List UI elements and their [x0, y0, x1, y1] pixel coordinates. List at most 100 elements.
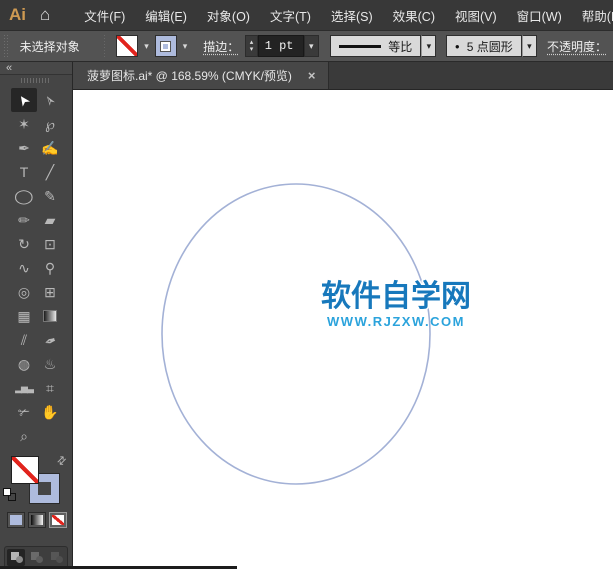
tools-panel-grip[interactable] [0, 75, 72, 86]
default-fill-stroke-icon[interactable] [3, 488, 17, 502]
rotate-tool-icon: ↻ [18, 236, 30, 253]
brush-definition-select[interactable]: ● 5 点圆形 [446, 35, 522, 57]
tool-magic-wand[interactable]: ✶ [11, 112, 37, 136]
profile-dropdown-chevron-icon[interactable]: ▾ [421, 35, 436, 57]
stroke-weight-dropdown-chevron-icon[interactable]: ▾ [304, 35, 319, 57]
hand-tool-icon: ✋ [41, 404, 58, 421]
color-button[interactable] [7, 512, 25, 528]
tools-panel-header: « [0, 62, 72, 75]
stroke-weight-stepper[interactable]: ▴ ▾ [245, 35, 257, 57]
document-tab-title: 菠萝图标.ai* @ 168.59% (CMYK/预览) [87, 67, 292, 84]
stroke-profile-preview [339, 45, 381, 48]
tool-pen[interactable]: ✒ [11, 136, 37, 160]
tool-type[interactable]: T [11, 160, 37, 184]
ellipse-shape[interactable] [73, 90, 613, 569]
pencil-tool-icon: ✏ [18, 212, 30, 229]
stroke-weight-label[interactable]: 描边： [203, 38, 239, 55]
home-icon[interactable]: ⌂ [36, 5, 62, 25]
tool-column-graph[interactable]: ▂▅▃ [11, 376, 37, 400]
menu-item-6[interactable]: 视图(V) [445, 0, 507, 32]
draw-behind-button[interactable] [27, 549, 45, 566]
direct-selection-tool-icon: ➢ [40, 91, 61, 110]
fill-color-dropdown-chevron-icon[interactable]: ▾ [140, 39, 153, 54]
tool-zoom[interactable]: ⌕ [11, 424, 37, 448]
stroke-weight-input[interactable]: 1 pt [258, 35, 304, 57]
pen-tool-icon: ✒ [18, 140, 30, 157]
gradient-button[interactable] [28, 512, 46, 528]
brush-dropdown-chevron-icon[interactable]: ▾ [522, 35, 537, 57]
control-bar-grip[interactable] [3, 35, 10, 57]
artboard-canvas[interactable]: 软件自学网 WWW.RJZXW.COM [73, 90, 613, 569]
tool-puppet-warp[interactable]: ⚲ [37, 256, 63, 280]
zoom-tool-icon: ⌕ [20, 428, 28, 445]
gradient-tool-icon [43, 310, 57, 322]
fill-color-swatch[interactable] [116, 35, 138, 57]
tool-width[interactable]: ∿ [11, 256, 37, 280]
illustrator-logo: Ai [0, 5, 36, 25]
slice-tool-icon: ✃ [18, 404, 30, 421]
eyedropper-tool-icon: ✒ [42, 330, 59, 350]
tool-hand[interactable]: ✋ [37, 400, 63, 424]
selection-tool-icon: ➤ [14, 91, 35, 110]
tool-ellipse[interactable]: ◯ [11, 184, 37, 208]
menu-item-5[interactable]: 效果(C) [383, 0, 445, 32]
tool-eyedropper[interactable]: ✒ [37, 328, 63, 352]
document-tab[interactable]: 菠萝图标.ai* @ 168.59% (CMYK/预览) × [73, 62, 329, 89]
tool-artboard[interactable]: ⌗ [37, 376, 63, 400]
stepper-down-icon[interactable]: ▾ [250, 46, 254, 53]
control-bar: 未选择对象 ▾ ▾ 描边： ▴ ▾ 1 pt ▾ 等比 ▾ ● 5 点圆形 ▾ … [0, 30, 613, 62]
menu-items: 文件(F)编辑(E)对象(O)文字(T)选择(S)效果(C)视图(V)窗口(W)… [74, 0, 613, 32]
stroke-color-swatch[interactable] [155, 35, 177, 57]
tool-lasso[interactable]: ℘ [37, 112, 63, 136]
draw-normal-button[interactable] [7, 549, 25, 566]
profile-label: 等比 [388, 38, 412, 55]
brush-preview-dot-icon: ● [455, 42, 460, 51]
collapse-panel-icon[interactable]: « [6, 62, 11, 74]
tool-rotate[interactable]: ↻ [11, 232, 37, 256]
opacity-label[interactable]: 不透明度： [547, 38, 607, 55]
draw-inside-button [47, 549, 65, 566]
close-tab-icon[interactable]: × [306, 68, 318, 83]
tool-scale[interactable]: ⊡ [37, 232, 63, 256]
menu-item-7[interactable]: 窗口(W) [507, 0, 572, 32]
tool-knife[interactable]: ⫽ [11, 328, 37, 352]
shape-builder-tool-icon: ◎ [18, 284, 30, 301]
tools-panel: « ➤➢✶℘✒✍T╱◯✎✏▰↻⊡∿⚲◎⊞▦⫽✒◍♨▂▅▃⌗✃✋⌕ ⇄ [0, 62, 73, 569]
tool-pencil[interactable]: ✏ [11, 208, 37, 232]
puppet-warp-tool-icon: ⚲ [45, 260, 55, 277]
tool-line-segment[interactable]: ╱ [37, 160, 63, 184]
menu-item-8[interactable]: 帮助(H) [572, 0, 613, 32]
tool-shape-builder[interactable]: ◎ [11, 280, 37, 304]
tool-direct-selection[interactable]: ➢ [37, 88, 63, 112]
tool-symbol-sprayer[interactable]: ♨ [37, 352, 63, 376]
document-tab-bar: 菠萝图标.ai* @ 168.59% (CMYK/预览) × [73, 62, 613, 90]
stroke-color-dropdown-chevron-icon[interactable]: ▾ [179, 39, 192, 54]
swap-fill-stroke-icon[interactable]: ⇄ [54, 453, 70, 469]
brush-label: 5 点圆形 [467, 38, 513, 55]
tool-eraser[interactable]: ▰ [37, 208, 63, 232]
menu-item-4[interactable]: 选择(S) [321, 0, 383, 32]
tool-slice[interactable]: ✃ [11, 400, 37, 424]
selection-status: 未选择对象 [20, 38, 80, 55]
tool-curvature[interactable]: ✍ [37, 136, 63, 160]
tool-perspective-grid[interactable]: ⊞ [37, 280, 63, 304]
symbol-sprayer-tool-icon: ♨ [44, 356, 57, 373]
stepper-up-icon[interactable]: ▴ [250, 39, 254, 46]
none-button[interactable] [49, 512, 67, 528]
menu-item-0[interactable]: 文件(F) [74, 0, 135, 32]
tool-mesh[interactable]: ▦ [11, 304, 37, 328]
menu-bar: Ai ⌂ 文件(F)编辑(E)对象(O)文字(T)选择(S)效果(C)视图(V)… [0, 0, 613, 30]
lasso-tool-icon: ℘ [45, 116, 55, 133]
tool-paintbrush[interactable]: ✎ [37, 184, 63, 208]
type-tool-icon: T [20, 164, 29, 180]
tool-gradient[interactable] [37, 304, 63, 328]
fill-indicator[interactable] [11, 456, 39, 484]
variable-width-profile-select[interactable]: 等比 [330, 35, 421, 57]
menu-item-1[interactable]: 编辑(E) [135, 0, 197, 32]
tool-selection[interactable]: ➤ [11, 88, 37, 112]
menu-item-2[interactable]: 对象(O) [197, 0, 260, 32]
draw-normal-icon [11, 552, 22, 562]
menu-item-3[interactable]: 文字(T) [260, 0, 321, 32]
tool-blend[interactable]: ◍ [11, 352, 37, 376]
scale-tool-icon: ⊡ [44, 236, 56, 253]
